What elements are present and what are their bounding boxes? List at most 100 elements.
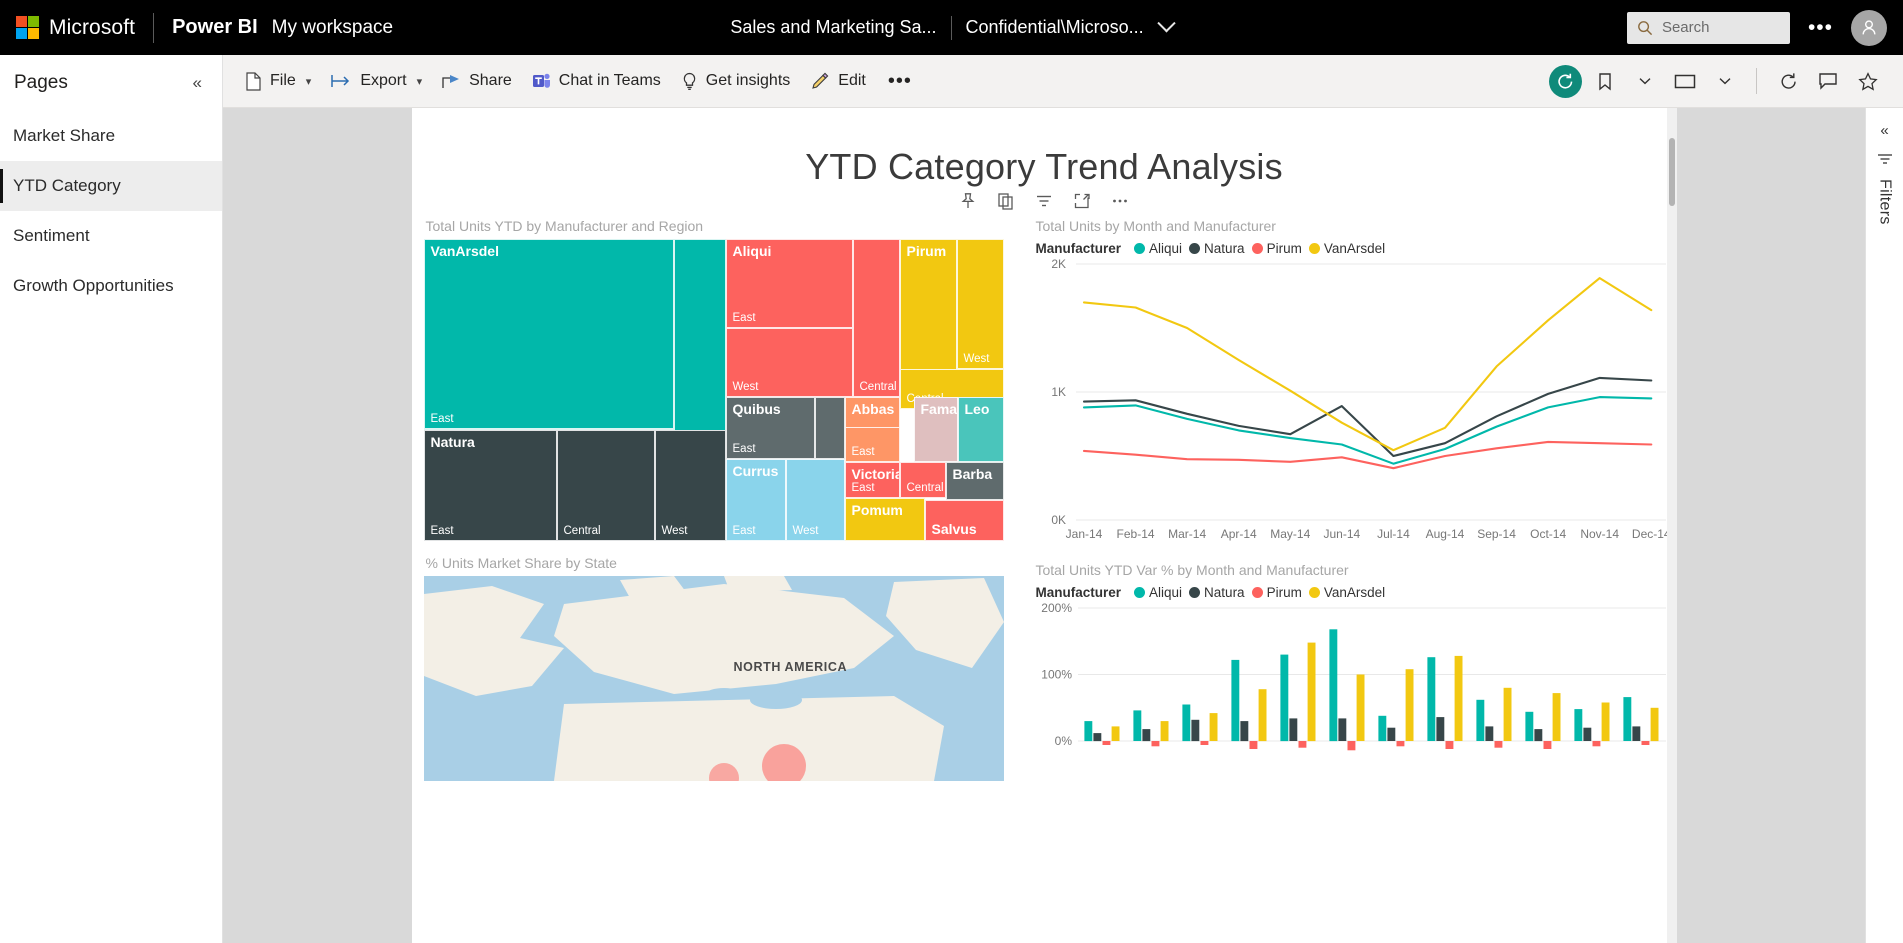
copy-icon[interactable] bbox=[997, 192, 1015, 210]
chevron-down-icon: ▾ bbox=[416, 75, 423, 88]
map-visual[interactable]: NORTH AMERICA bbox=[423, 576, 1004, 781]
legend-swatch bbox=[1134, 243, 1146, 254]
bar-chart-visual[interactable]: 0% 100% 200% bbox=[1034, 600, 1666, 775]
treemap-cell-region: East bbox=[851, 482, 875, 494]
comment-icon bbox=[1819, 73, 1837, 90]
command-more-options-icon[interactable]: ••• bbox=[876, 71, 924, 91]
treemap-cell[interactable]: West bbox=[956, 239, 1004, 369]
treemap-cell-manufacturer: Aliqui bbox=[732, 243, 772, 259]
treemap-cell[interactable]: Aliqui East bbox=[725, 239, 853, 328]
view-button[interactable] bbox=[1668, 64, 1702, 98]
legend-item[interactable]: Natura bbox=[1189, 585, 1245, 600]
treemap-cell[interactable]: Quibus East bbox=[725, 397, 815, 459]
canvas-scroll-zone[interactable]: YTD Category Trend Analysis Total Units … bbox=[223, 108, 1865, 943]
share-button[interactable]: Share bbox=[432, 63, 522, 99]
page-scrollbar-thumb[interactable] bbox=[1668, 138, 1675, 206]
export-menu-button[interactable]: Export ▾ bbox=[321, 63, 432, 99]
microsoft-brand[interactable]: Microsoft bbox=[0, 16, 135, 40]
pages-pane: Pages « Market Share YTD Category Sentim… bbox=[0, 55, 223, 943]
pin-icon[interactable] bbox=[959, 192, 977, 210]
legend-item[interactable]: Aliqui bbox=[1134, 241, 1182, 256]
search-box[interactable] bbox=[1626, 11, 1790, 44]
legend-swatch bbox=[1189, 587, 1201, 598]
treemap-cell[interactable]: Central bbox=[899, 462, 946, 498]
bar-natura bbox=[1288, 718, 1297, 741]
pages-header: Pages « bbox=[0, 55, 222, 111]
bar-chart-plot: 0% 100% 200% bbox=[1041, 601, 1666, 751]
treemap-cell[interactable] bbox=[814, 397, 845, 459]
edit-button[interactable]: Edit bbox=[800, 63, 876, 99]
treemap-cell-manufacturer: Quibus bbox=[732, 401, 781, 417]
treemap-cell[interactable]: Fama bbox=[913, 397, 958, 462]
sidebar-item-market-share[interactable]: Market Share bbox=[0, 111, 222, 161]
filter-icon[interactable] bbox=[1035, 192, 1053, 210]
top-more-options-icon[interactable]: ••• bbox=[1804, 17, 1837, 39]
filters-pane-rail[interactable]: « Filters bbox=[1865, 108, 1903, 943]
bar-aliqui bbox=[1426, 657, 1435, 741]
more-options-icon[interactable] bbox=[1111, 192, 1129, 210]
line-chart-visual[interactable]: 0K 1K 2K Jan-14 Feb-14 Mar-14 Apr-14 May-14 Jun-… bbox=[1034, 256, 1671, 546]
get-insights-button[interactable]: Get insights bbox=[671, 63, 800, 99]
comments-button[interactable] bbox=[1811, 64, 1845, 98]
treemap-cell[interactable]: Pomum bbox=[844, 498, 925, 541]
microsoft-wordmark: Microsoft bbox=[49, 15, 136, 39]
chevron-down-icon: ▾ bbox=[305, 75, 312, 88]
treemap-visual[interactable]: VanArsdel East Central West bbox=[423, 239, 1004, 541]
bookmarks-button[interactable] bbox=[1588, 64, 1622, 98]
legend-item[interactable]: Natura bbox=[1189, 241, 1245, 256]
report-page-ytd-category: YTD Category Trend Analysis Total Units … bbox=[411, 108, 1677, 943]
line-series-vanarsdel bbox=[1082, 277, 1652, 452]
treemap-cell[interactable]: Victoria East bbox=[844, 462, 900, 498]
collapse-pane-icon[interactable]: « bbox=[187, 69, 208, 97]
legend-item[interactable]: Aliqui bbox=[1134, 585, 1182, 600]
legend-item[interactable]: VanArsdel bbox=[1308, 241, 1385, 256]
avatar[interactable] bbox=[1851, 9, 1887, 46]
page-item-label: YTD Category bbox=[13, 176, 121, 195]
legend-label: Aliqui bbox=[1149, 241, 1183, 256]
report-name[interactable]: Sales and Marketing Sa... bbox=[730, 17, 936, 38]
view-chevron[interactable] bbox=[1708, 64, 1742, 98]
legend-item[interactable]: Pirum bbox=[1251, 585, 1302, 600]
treemap-cell[interactable]: VanArsdel East bbox=[423, 239, 674, 429]
treemap-cell[interactable]: Central bbox=[852, 239, 900, 397]
bar-aliqui bbox=[1181, 704, 1190, 742]
legend-item[interactable]: Pirum bbox=[1251, 241, 1302, 256]
bookmarks-chevron[interactable] bbox=[1628, 64, 1662, 98]
powerbi-wordmark[interactable]: Power BI bbox=[172, 16, 258, 39]
treemap-cell[interactable]: Currus East bbox=[725, 459, 786, 541]
expand-filters-icon[interactable]: « bbox=[1880, 122, 1888, 139]
treemap-cell[interactable]: East bbox=[844, 427, 900, 462]
sidebar-item-growth-opportunities[interactable]: Growth Opportunities bbox=[0, 261, 222, 311]
bar-natura bbox=[1631, 726, 1640, 741]
sensitivity-label[interactable]: Confidential\Microso... bbox=[966, 17, 1144, 38]
legend-item[interactable]: VanArsdel bbox=[1308, 585, 1385, 600]
sidebar-item-sentiment[interactable]: Sentiment bbox=[0, 211, 222, 261]
treemap-cell[interactable]: Central bbox=[556, 430, 655, 541]
bar-aliqui bbox=[1524, 711, 1533, 742]
treemap-cell[interactable]: Barba bbox=[945, 462, 1004, 500]
chevron-down-icon[interactable] bbox=[1156, 14, 1176, 33]
page-scrollbar[interactable] bbox=[1666, 108, 1677, 943]
reset-to-default-button[interactable] bbox=[1549, 64, 1582, 98]
chat-in-teams-button[interactable]: Chat in Teams bbox=[522, 63, 671, 99]
treemap-cell[interactable]: Salvus bbox=[924, 500, 1004, 541]
focus-mode-icon[interactable] bbox=[1073, 192, 1091, 210]
file-menu-button[interactable]: File ▾ bbox=[235, 63, 321, 99]
refresh-icon bbox=[1781, 72, 1796, 89]
bar-vanarsdel bbox=[1258, 689, 1266, 742]
treemap-cell[interactable]: Natura East bbox=[423, 430, 557, 541]
bar-aliqui bbox=[1475, 699, 1484, 741]
refresh-button[interactable] bbox=[1771, 64, 1805, 98]
favorite-button[interactable] bbox=[1851, 64, 1885, 98]
treemap-cell[interactable]: Leo bbox=[957, 397, 1004, 462]
top-navigation-bar: Microsoft Power BI My workspace Sales an… bbox=[0, 0, 1903, 55]
treemap-cell[interactable]: West bbox=[654, 430, 726, 541]
bar-vanarsdel bbox=[1601, 702, 1609, 742]
share-label: Share bbox=[469, 72, 512, 89]
treemap-cell[interactable]: West bbox=[725, 328, 853, 397]
search-input[interactable] bbox=[1661, 19, 1772, 36]
workspace-name[interactable]: My workspace bbox=[272, 17, 393, 39]
bar-aliqui bbox=[1083, 721, 1092, 742]
sidebar-item-ytd-category[interactable]: YTD Category bbox=[0, 161, 222, 211]
treemap-cell[interactable]: West bbox=[785, 459, 845, 541]
